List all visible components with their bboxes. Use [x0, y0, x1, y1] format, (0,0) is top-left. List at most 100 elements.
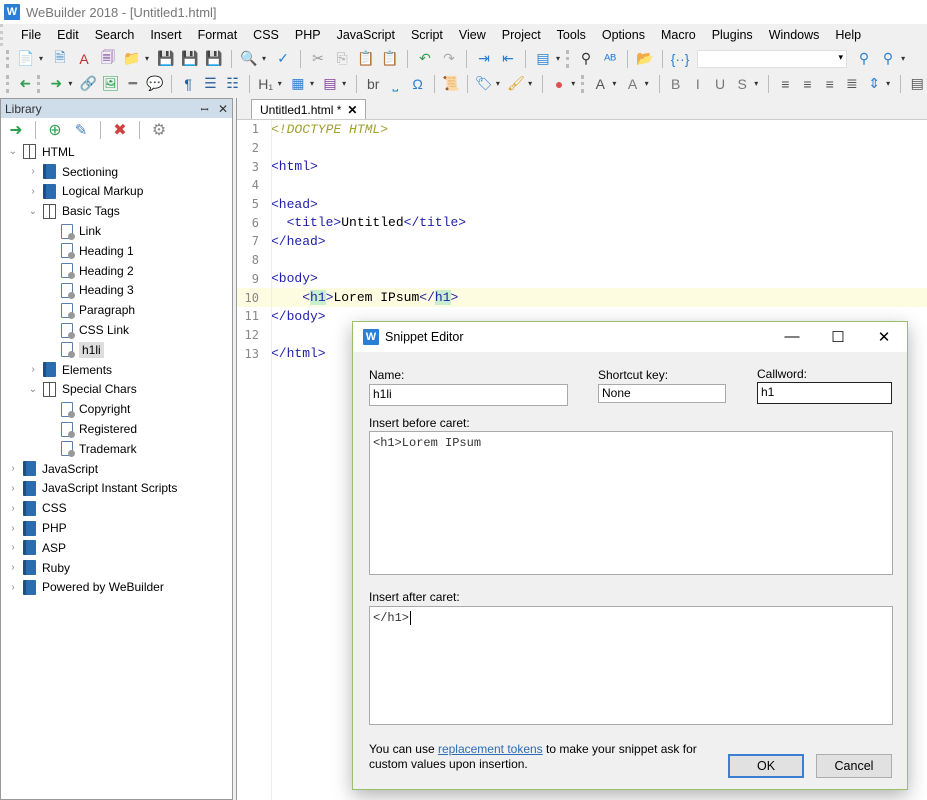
edit-snippet-icon[interactable]: ✎	[70, 119, 92, 141]
script-icon[interactable]: 📜	[441, 73, 461, 95]
align-center-icon[interactable]: ≡	[797, 73, 817, 95]
nbsp-icon[interactable]: ⎵	[385, 73, 405, 95]
tree-item[interactable]: h1li	[1, 340, 232, 360]
copy-icon[interactable]: ⎘	[331, 48, 353, 70]
dropdown-arrow-icon[interactable]: ▾	[262, 54, 266, 63]
chevron-right-icon[interactable]: ›	[7, 483, 19, 494]
back-arrow-icon[interactable]: ➜	[15, 73, 35, 95]
undo-icon[interactable]: ↶	[414, 48, 436, 70]
dropdown-arrow-icon[interactable]: ▾	[571, 79, 575, 88]
cut-icon[interactable]: ✂	[307, 48, 329, 70]
tree-item[interactable]: › Powered by WeBuilder	[1, 578, 232, 598]
add-snippet-icon[interactable]: ⊕	[44, 119, 66, 141]
menu-css[interactable]: CSS	[245, 28, 287, 42]
find-icon[interactable]: ⚲	[575, 48, 597, 70]
menu-format[interactable]: Format	[190, 28, 246, 42]
new-php-icon[interactable]: 🗐	[97, 48, 119, 70]
tree-item[interactable]: Link	[1, 221, 232, 241]
menu-edit[interactable]: Edit	[49, 28, 87, 42]
tree-item[interactable]: Heading 2	[1, 261, 232, 281]
chevron-right-icon[interactable]: ›	[7, 582, 19, 593]
spellcheck-icon[interactable]: ✓	[272, 48, 294, 70]
ok-button[interactable]: OK	[728, 754, 804, 778]
pin-icon[interactable]: ꟷ	[200, 105, 208, 116]
heading-icon[interactable]: H₁	[256, 73, 276, 95]
replace-icon[interactable]: ᴬᴮ	[599, 48, 621, 70]
indent-icon[interactable]: ⇥	[473, 48, 495, 70]
align-left-icon[interactable]: ≡	[775, 73, 795, 95]
insert-after-caret-textarea[interactable]: </h1>	[369, 606, 893, 725]
settings-gear-icon[interactable]: ⚙	[148, 119, 170, 141]
line-spacing-icon[interactable]: ⇕	[864, 73, 884, 95]
new-file-icon[interactable]: 📄	[15, 48, 37, 70]
save-icon[interactable]: 💾	[155, 48, 177, 70]
tree-item[interactable]: › JavaScript Instant Scripts	[1, 479, 232, 499]
table-icon[interactable]: ▦	[288, 73, 308, 95]
chevron-right-icon[interactable]: ›	[27, 166, 39, 177]
menu-file[interactable]: File	[13, 28, 49, 42]
omega-icon[interactable]: Ω	[407, 73, 427, 95]
tree-item[interactable]: Registered	[1, 419, 232, 439]
new-html-icon[interactable]: 🗎	[49, 48, 71, 70]
save-as-icon[interactable]: 💾	[179, 48, 201, 70]
close-library-icon[interactable]: ✕	[218, 102, 228, 116]
tree-item[interactable]: ⌄ HTML	[1, 142, 232, 162]
new-pdf-icon[interactable]: A	[73, 48, 95, 70]
outdent-icon[interactable]: ⇤	[497, 48, 519, 70]
dropdown-arrow-icon[interactable]: ▾	[556, 54, 560, 63]
tree-item[interactable]: › Logical Markup	[1, 182, 232, 202]
code-explorer-combo[interactable]	[697, 49, 848, 68]
menu-search[interactable]: Search	[87, 28, 143, 42]
menu-project[interactable]: Project	[494, 28, 549, 42]
save-upload-icon[interactable]: 💾	[203, 48, 225, 70]
find-next-icon[interactable]: ⚲	[877, 48, 899, 70]
dropdown-arrow-icon[interactable]: ▾	[754, 79, 758, 88]
bold-icon[interactable]: B	[666, 73, 686, 95]
underline-icon[interactable]: U	[710, 73, 730, 95]
tree-item[interactable]: › Ruby	[1, 558, 232, 578]
chevron-down-icon[interactable]: ⌄	[7, 146, 19, 157]
chevron-right-icon[interactable]: ›	[7, 503, 19, 514]
chevron-right-icon[interactable]: ›	[7, 523, 19, 534]
dropdown-arrow-icon[interactable]: ▾	[342, 79, 346, 88]
paragraph-icon[interactable]: ¶	[178, 73, 198, 95]
cancel-button[interactable]: Cancel	[816, 754, 892, 778]
toolbar-grip[interactable]	[581, 74, 585, 93]
form-icon[interactable]: ▤	[320, 73, 340, 95]
dropdown-arrow-icon[interactable]: ▾	[612, 79, 616, 88]
menu-plugins[interactable]: Plugins	[704, 28, 761, 42]
tab-untitled1[interactable]: Untitled1.html * ✕	[251, 99, 367, 119]
tree-item[interactable]: › PHP	[1, 518, 232, 538]
redo-icon[interactable]: ↷	[438, 48, 460, 70]
comment-icon[interactable]: 💬	[145, 73, 165, 95]
open-folder-icon[interactable]: 📁	[121, 48, 143, 70]
horizontal-rule-icon[interactable]: ━	[123, 73, 143, 95]
link-icon[interactable]: 🔗	[78, 73, 98, 95]
unordered-list-icon[interactable]: ☰	[200, 73, 220, 95]
justify-icon[interactable]: ≣	[842, 73, 862, 95]
chevron-down-icon[interactable]: ⌄	[27, 206, 39, 217]
dropdown-arrow-icon[interactable]: ▾	[310, 79, 314, 88]
align-right-icon[interactable]: ≡	[820, 73, 840, 95]
search-icon[interactable]: 🔍	[238, 48, 260, 70]
tree-item[interactable]: › JavaScript	[1, 459, 232, 479]
tree-item[interactable]: ⌄ Basic Tags	[1, 201, 232, 221]
toolbar-grip[interactable]	[6, 74, 9, 93]
paste-icon[interactable]: 📋	[355, 48, 377, 70]
strikethrough-icon[interactable]: S	[732, 73, 752, 95]
dropdown-arrow-icon[interactable]: ▾	[901, 54, 905, 63]
dropdown-arrow-icon[interactable]: ▾	[886, 79, 890, 88]
font-size-increase-icon[interactable]: A	[590, 73, 610, 95]
tree-item[interactable]: Copyright	[1, 399, 232, 419]
menu-insert[interactable]: Insert	[142, 28, 189, 42]
find-prev-icon[interactable]: ⚲	[853, 48, 875, 70]
layout-icon[interactable]: ▤	[532, 48, 554, 70]
tree-item[interactable]: Heading 3	[1, 281, 232, 301]
minimize-button[interactable]: —	[769, 328, 815, 346]
delete-snippet-icon[interactable]: ✖	[109, 119, 131, 141]
image-icon[interactable]: 🖼	[101, 73, 121, 95]
menu-help[interactable]: Help	[827, 28, 869, 42]
toolbar-grip[interactable]	[566, 49, 570, 68]
dropdown-arrow-icon[interactable]: ▾	[645, 79, 649, 88]
menu-tools[interactable]: Tools	[549, 28, 594, 42]
